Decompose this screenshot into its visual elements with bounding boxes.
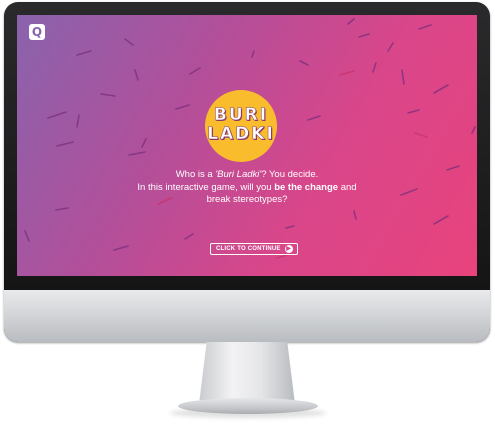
confetti-piece: [76, 50, 92, 56]
confetti-piece: [353, 210, 357, 220]
confetti-piece: [433, 84, 449, 94]
continue-button-label: CLICK TO CONTINUE: [216, 246, 281, 252]
confetti-piece: [55, 207, 69, 211]
confetti-piece: [128, 151, 146, 156]
confetti-piece: [407, 109, 420, 114]
game-title-line-1: BURI: [213, 105, 269, 125]
confetti-piece: [276, 254, 288, 259]
game-title-line-2: LADKI: [207, 124, 275, 144]
confetti-piece: [446, 165, 460, 171]
confetti-piece: [113, 245, 129, 251]
confetti-piece: [124, 38, 134, 46]
confetti-piece: [471, 126, 476, 134]
confetti-piece: [56, 141, 74, 147]
confetti-piece: [141, 138, 147, 148]
game-intro-text: Who is a 'Buri Ladki'? You decide. In th…: [117, 169, 377, 207]
confetti-piece: [285, 225, 295, 229]
intro-line-2: In this interactive game, will you be th…: [137, 181, 357, 193]
confetti-piece: [134, 69, 139, 81]
confetti-piece: [358, 33, 370, 38]
intro-line-1: Who is a 'Buri Ladki'? You decide.: [175, 169, 319, 180]
game-title-badge: BURI LADKI: [205, 90, 277, 162]
continue-button[interactable]: CLICK TO CONTINUE ▶: [210, 243, 298, 255]
confetti-piece: [400, 188, 418, 196]
confetti-piece: [299, 60, 309, 66]
confetti-piece: [347, 18, 355, 25]
confetti-piece: [251, 50, 255, 58]
game-screen: Q BURI LADKI Who is a 'Buri Ladki'? You …: [17, 15, 477, 276]
confetti-piece: [414, 132, 428, 138]
quint-logo-icon[interactable]: Q: [29, 24, 45, 40]
confetti-piece: [307, 115, 321, 121]
confetti-piece: [175, 104, 190, 110]
confetti-piece: [339, 70, 355, 76]
confetti-piece: [433, 215, 449, 225]
confetti-piece: [401, 69, 405, 85]
arrow-right-circle-icon: ▶: [284, 245, 293, 253]
confetti-piece: [189, 67, 201, 75]
confetti-piece: [47, 111, 67, 119]
confetti-piece: [100, 93, 116, 97]
confetti-piece: [76, 114, 80, 128]
monitor-stand-base: [178, 398, 318, 414]
confetti-piece: [418, 24, 432, 30]
intro-line-3: break stereotypes?: [206, 194, 288, 205]
monitor-stand-neck: [199, 342, 295, 404]
confetti-piece: [387, 42, 394, 52]
confetti-piece: [184, 233, 194, 240]
confetti-piece: [24, 230, 30, 242]
confetti-piece: [372, 62, 377, 73]
monitor-chin: [4, 290, 490, 342]
